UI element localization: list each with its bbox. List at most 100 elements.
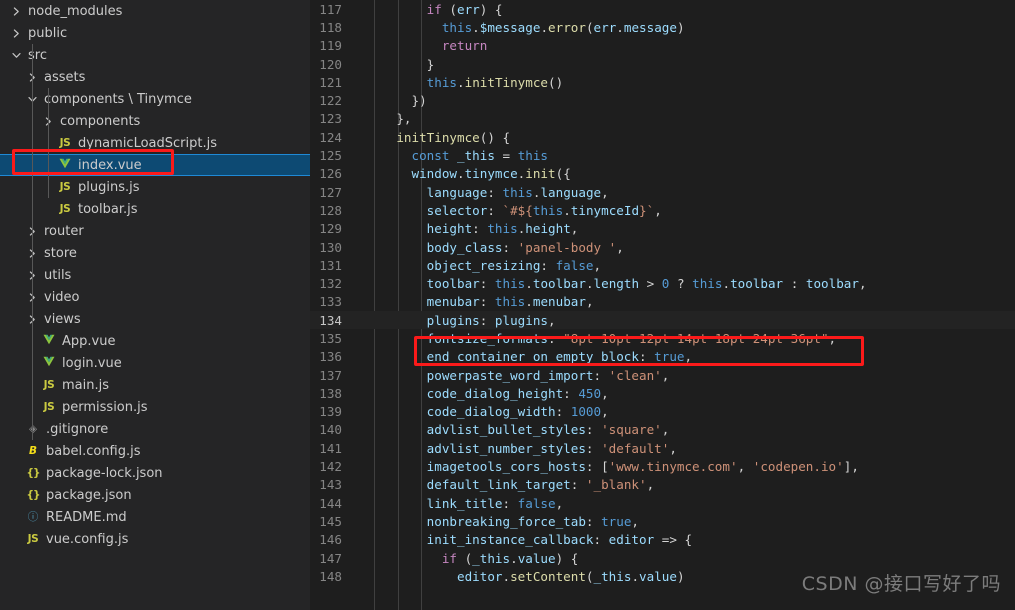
code-line[interactable]: 125 const _this = this <box>310 146 1015 164</box>
code-text[interactable]: plugins: plugins, <box>362 313 556 328</box>
tree-item-views[interactable]: views <box>0 308 310 330</box>
code-text[interactable]: }, <box>362 111 411 126</box>
code-text[interactable]: } <box>362 57 435 72</box>
code-text[interactable]: fontsize_formats: "8pt 10pt 12pt 14pt 18… <box>362 331 836 346</box>
code-line[interactable]: 135 fontsize_formats: "8pt 10pt 12pt 14p… <box>310 329 1015 347</box>
code-line[interactable]: 130 body_class: 'panel-body ', <box>310 238 1015 256</box>
code-line[interactable]: 120 } <box>310 55 1015 73</box>
tree-item-utils[interactable]: utils <box>0 264 310 286</box>
code-text[interactable]: this.initTinymce() <box>362 75 564 90</box>
code-line[interactable]: 133 menubar: this.menubar, <box>310 293 1015 311</box>
file-tree[interactable]: node_modules public src assets components \ … <box>0 0 310 550</box>
code-text[interactable]: default_link_target: '_blank', <box>362 477 655 492</box>
tree-item-package-lock.json[interactable]: {} package-lock.json <box>0 462 310 484</box>
code-line[interactable]: 143 default_link_target: '_blank', <box>310 476 1015 494</box>
code-text[interactable]: this.$message.error(err.message) <box>362 20 685 35</box>
tree-item-toolbar.js[interactable]: JS toolbar.js <box>0 198 310 220</box>
code-text[interactable]: menubar: this.menubar, <box>362 294 594 309</box>
code-line[interactable]: 126 window.tinymce.init({ <box>310 165 1015 183</box>
tree-item-login.vue[interactable]: login.vue <box>0 352 310 374</box>
code-text[interactable]: return <box>362 38 488 53</box>
code-text[interactable]: init_instance_callback: editor => { <box>362 532 692 547</box>
chevron-right-icon[interactable] <box>8 28 24 38</box>
code-text[interactable]: if (_this.value) { <box>362 551 579 566</box>
code-text[interactable]: nonbreaking_force_tab: true, <box>362 514 639 529</box>
code-text[interactable]: body_class: 'panel-body ', <box>362 240 624 255</box>
code-text[interactable]: toolbar: this.toolbar.length > 0 ? this.… <box>362 276 867 291</box>
code-text[interactable]: link_title: false, <box>362 496 564 511</box>
code-text[interactable]: advlist_bullet_styles: 'square', <box>362 422 670 437</box>
code-line[interactable]: 127 language: this.language, <box>310 183 1015 201</box>
tree-item-store[interactable]: store <box>0 242 310 264</box>
tree-indent-guide <box>32 44 33 440</box>
code-line[interactable]: 129 height: this.height, <box>310 220 1015 238</box>
tree-item-node-modules[interactable]: node_modules <box>0 0 310 22</box>
code-text[interactable]: advlist_number_styles: 'default', <box>362 441 677 456</box>
code-line-list[interactable]: 117 if (err) {118 this.$message.error(er… <box>310 0 1015 586</box>
code-text[interactable]: if (err) { <box>362 2 503 17</box>
code-line[interactable]: 119 return <box>310 37 1015 55</box>
code-line[interactable]: 131 object_resizing: false, <box>310 256 1015 274</box>
code-line[interactable]: 128 selector: `#${this.tinymceId}`, <box>310 201 1015 219</box>
tree-item-permission.js[interactable]: JS permission.js <box>0 396 310 418</box>
code-line[interactable]: 147 if (_this.value) { <box>310 549 1015 567</box>
code-line[interactable]: 123 }, <box>310 110 1015 128</box>
code-line[interactable]: 121 this.initTinymce() <box>310 73 1015 91</box>
code-text[interactable]: selector: `#${this.tinymceId}`, <box>362 203 662 218</box>
code-text[interactable]: imagetools_cors_hosts: ['www.tinymce.com… <box>362 459 859 474</box>
code-line[interactable]: 124 initTinymce() { <box>310 128 1015 146</box>
tree-item-package.json[interactable]: {} package.json <box>0 484 310 506</box>
code-line[interactable]: 137 powerpaste_word_import: 'clean', <box>310 366 1015 384</box>
tree-item-app.vue[interactable]: App.vue <box>0 330 310 352</box>
code-line[interactable]: 144 link_title: false, <box>310 494 1015 512</box>
code-line[interactable]: 141 advlist_number_styles: 'default', <box>310 439 1015 457</box>
tree-item-router[interactable]: router <box>0 220 310 242</box>
code-line[interactable]: 139 code_dialog_width: 1000, <box>310 403 1015 421</box>
code-text[interactable]: powerpaste_word_import: 'clean', <box>362 368 670 383</box>
code-line[interactable]: 118 this.$message.error(err.message) <box>310 18 1015 36</box>
tree-item-plugins.js[interactable]: JS plugins.js <box>0 176 310 198</box>
tree-item-assets[interactable]: assets <box>0 66 310 88</box>
code-text[interactable]: code_dialog_width: 1000, <box>362 404 609 419</box>
tree-item-label: router <box>44 223 84 239</box>
tree-item-src[interactable]: src <box>0 44 310 66</box>
code-line[interactable]: 145 nonbreaking_force_tab: true, <box>310 512 1015 530</box>
chevron-down-icon[interactable] <box>8 51 24 60</box>
tree-item-label: components \ Tinymce <box>44 91 192 107</box>
code-line[interactable]: 140 advlist_bullet_styles: 'square', <box>310 421 1015 439</box>
tree-item-babel.config.js[interactable]: Bbabel.config.js <box>0 440 310 462</box>
tree-item-dynamicloadscript.js[interactable]: JS dynamicLoadScript.js <box>0 132 310 154</box>
tree-item-index.vue[interactable]: index.vue <box>0 154 310 176</box>
code-text[interactable]: height: this.height, <box>362 221 579 236</box>
code-text[interactable]: initTinymce() { <box>362 130 510 145</box>
code-text[interactable]: }) <box>362 93 426 108</box>
code-text[interactable]: const _this = this <box>362 148 549 163</box>
tree-item-label: App.vue <box>62 333 116 349</box>
tree-item-main.js[interactable]: JS main.js <box>0 374 310 396</box>
code-line[interactable]: 136 end_container_on_empty_block: true, <box>310 348 1015 366</box>
code-text[interactable]: window.tinymce.init({ <box>362 166 571 181</box>
code-line[interactable]: 122 }) <box>310 91 1015 109</box>
code-line[interactable]: 146 init_instance_callback: editor => { <box>310 531 1015 549</box>
code-line[interactable]: 138 code_dialog_height: 450, <box>310 384 1015 402</box>
code-text[interactable]: end_container_on_empty_block: true, <box>362 349 692 364</box>
code-line[interactable]: 117 if (err) { <box>310 0 1015 18</box>
file-explorer-sidebar[interactable]: node_modules public src assets components \ … <box>0 0 310 610</box>
code-text[interactable]: object_resizing: false, <box>362 258 601 273</box>
tree-item-label: package.json <box>46 487 132 503</box>
tree-item-video[interactable]: video <box>0 286 310 308</box>
code-text[interactable]: editor.setContent(_this.value) <box>362 569 685 584</box>
tree-item-components-tinymce[interactable]: components \ Tinymce <box>0 88 310 110</box>
tree-item-public[interactable]: public <box>0 22 310 44</box>
code-line[interactable]: 134 plugins: plugins, <box>310 311 1015 330</box>
tree-item-components[interactable]: components <box>0 110 310 132</box>
code-line[interactable]: 142 imagetools_cors_hosts: ['www.tinymce… <box>310 457 1015 475</box>
code-text[interactable]: code_dialog_height: 450, <box>362 386 609 401</box>
tree-item-readme.md[interactable]: ⓘ README.md <box>0 506 310 528</box>
tree-item-vue.config.js[interactable]: JS vue.config.js <box>0 528 310 550</box>
tree-item-.gitignore[interactable]: ◈ .gitignore <box>0 418 310 440</box>
code-editor[interactable]: 117 if (err) {118 this.$message.error(er… <box>310 0 1015 610</box>
code-text[interactable]: language: this.language, <box>362 185 609 200</box>
code-line[interactable]: 132 toolbar: this.toolbar.length > 0 ? t… <box>310 274 1015 292</box>
chevron-right-icon[interactable] <box>8 6 24 16</box>
